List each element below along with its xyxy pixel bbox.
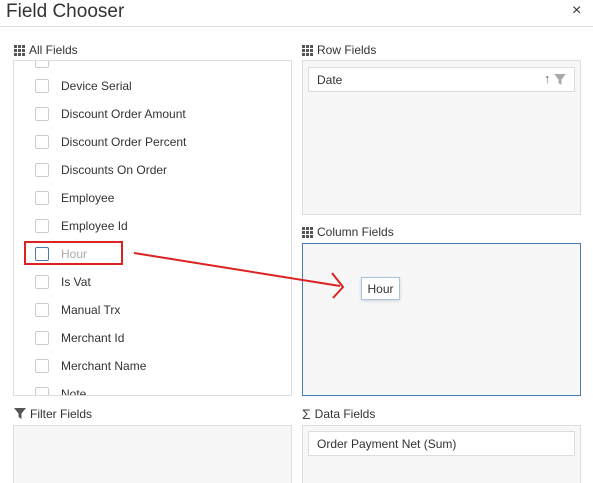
annotation-arrow: [133, 252, 345, 299]
